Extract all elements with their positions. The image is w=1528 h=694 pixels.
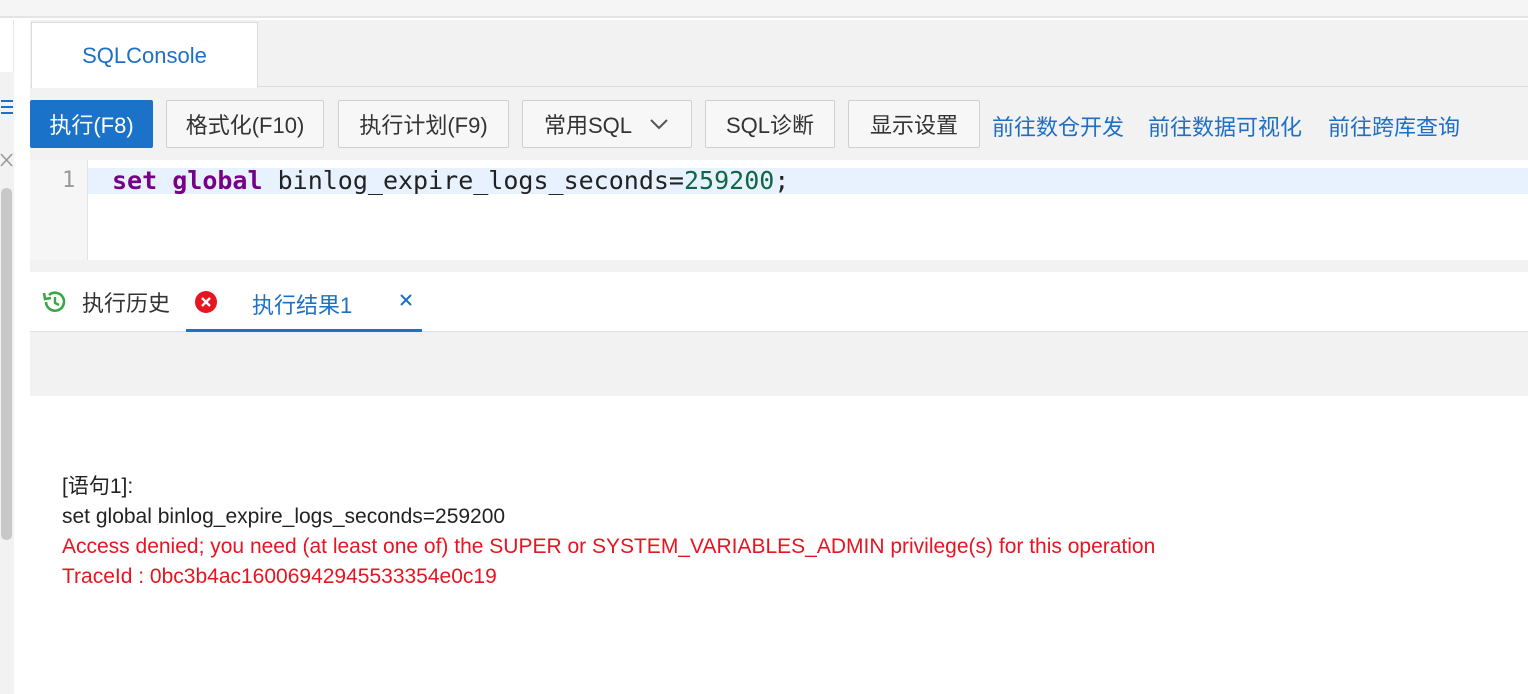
tab-bar: SQLConsole bbox=[30, 20, 1528, 88]
format-button[interactable]: 格式化(F10) bbox=[166, 100, 324, 148]
statement-label: [语句1]: bbox=[62, 475, 134, 498]
history-icon[interactable] bbox=[40, 288, 68, 316]
link-data-warehouse[interactable]: 前往数仓开发 bbox=[992, 110, 1124, 142]
sql-editor[interactable]: 1 set global binlog_expire_logs_seconds=… bbox=[30, 160, 1528, 260]
line-gutter: 1 bbox=[30, 160, 88, 260]
sql-diagnose-button[interactable]: SQL诊断 bbox=[705, 100, 835, 148]
common-sql-label: 常用SQL bbox=[543, 113, 633, 138]
result-header-area bbox=[30, 332, 1528, 396]
tab-sqlconsole[interactable]: SQLConsole bbox=[31, 22, 258, 88]
error-message: Access denied; you need (at least one of… bbox=[62, 535, 1156, 558]
link-cross-db-query[interactable]: 前往跨库查询 bbox=[1328, 110, 1460, 142]
result-tab-label: 执行结果1 bbox=[252, 293, 353, 318]
tab-execution-history[interactable]: 执行历史 bbox=[82, 286, 170, 318]
chevron-down-icon bbox=[650, 119, 668, 130]
link-data-visualization[interactable]: 前往数据可视化 bbox=[1148, 110, 1302, 142]
toolbar: 执行(F8) 格式化(F10) 执行计划(F9) 常用SQL SQL诊断 显示设… bbox=[30, 88, 1528, 160]
statement-text: set global binlog_expire_logs_seconds=25… bbox=[62, 505, 506, 528]
common-sql-dropdown[interactable]: 常用SQL bbox=[522, 100, 692, 148]
result-tab-bar: 执行历史 执行结果1 bbox=[30, 272, 1528, 332]
result-output: [语句1]: set global binlog_expire_logs_sec… bbox=[30, 396, 1528, 694]
close-icon[interactable] bbox=[398, 292, 414, 308]
code-number: 259200 bbox=[683, 166, 775, 195]
error-icon bbox=[195, 291, 217, 313]
trace-id: TraceId : 0bc3b4ac16006942945533354e0c19 bbox=[62, 565, 497, 588]
execute-button[interactable]: 执行(F8) bbox=[30, 100, 153, 148]
sql-console-panel: SQLConsole 执行(F8) 格式化(F10) 执行计划(F9) 常用SQ… bbox=[30, 20, 1528, 694]
tab-execution-result[interactable]: 执行结果1 bbox=[186, 272, 422, 332]
display-settings-button[interactable]: 显示设置 bbox=[848, 100, 980, 148]
top-strip bbox=[0, 0, 1528, 18]
code-semicolon: ; bbox=[774, 166, 790, 195]
left-panel-gutter bbox=[0, 20, 14, 694]
close-icon[interactable] bbox=[0, 152, 13, 168]
keyword-set: set bbox=[112, 166, 158, 195]
menu-icon[interactable] bbox=[0, 98, 13, 116]
line-number: 1 bbox=[62, 168, 76, 193]
execution-plan-button[interactable]: 执行计划(F9) bbox=[338, 100, 509, 148]
code-line[interactable]: set global binlog_expire_logs_seconds=25… bbox=[112, 166, 789, 196]
keyword-global: global bbox=[172, 166, 263, 195]
left-scrollbar[interactable] bbox=[1, 188, 12, 540]
code-identifier: binlog_expire_logs_seconds= bbox=[277, 166, 684, 195]
